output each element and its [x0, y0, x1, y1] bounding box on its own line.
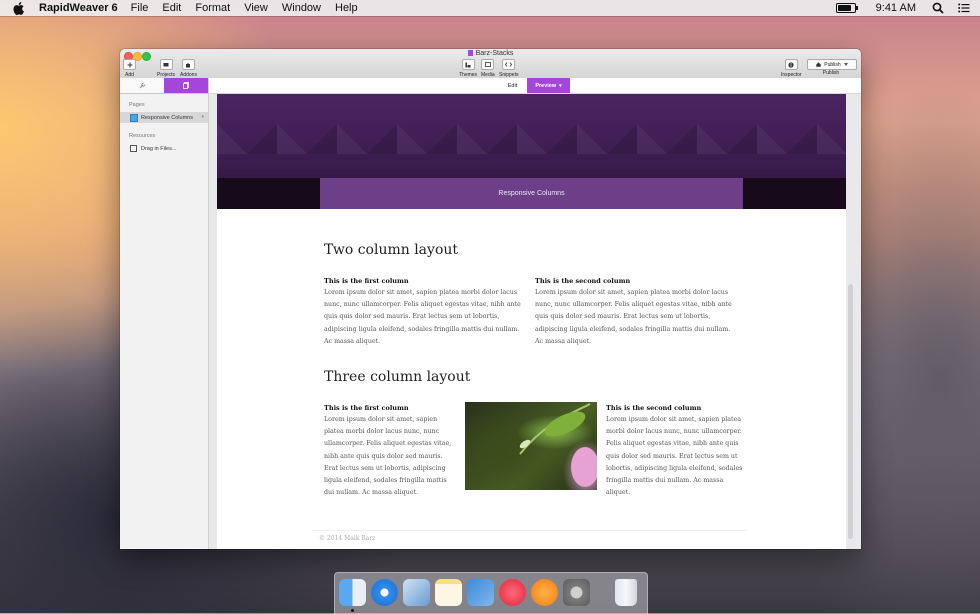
publish-button[interactable]: Publish	[807, 59, 857, 70]
menu-bar: RapidWeaver 6 File Edit Format View Wind…	[0, 0, 980, 16]
column-text: Lorem ipsum dolor sit amet, sapien plate…	[606, 416, 743, 497]
menu-help[interactable]: Help	[335, 2, 358, 14]
column-title: This is the first column	[324, 277, 409, 285]
app-name-menu[interactable]: RapidWeaver 6	[39, 2, 118, 14]
tab-preview-label: Preview	[535, 82, 557, 89]
column-title: This is the first column	[324, 404, 409, 412]
document-title-text: Barz-Stacks	[475, 50, 514, 57]
code-icon	[502, 59, 516, 70]
window-toolbar: Barz-Stacks Add Projects Addons Themes M…	[120, 49, 861, 79]
battery-icon[interactable]	[835, 3, 858, 13]
two-col-first: This is the first column Lorem ipsum dol…	[324, 277, 529, 348]
web-page: Responsive Columns Two column layout Thi…	[217, 94, 846, 549]
chevron-down-icon: ▾	[559, 82, 562, 89]
preview-scrollbar[interactable]	[848, 284, 853, 539]
document-icon	[467, 50, 473, 56]
chevron-down-icon	[843, 63, 848, 66]
sidebar-item-responsive-columns[interactable]: Responsive Columns ▾	[120, 112, 208, 123]
three-column-heading: Three column layout	[324, 369, 471, 385]
column-text: Lorem ipsum dolor sit amet, sapien plate…	[535, 289, 732, 345]
banner-title: Responsive Columns	[320, 178, 743, 209]
menu-view[interactable]: View	[244, 2, 268, 14]
projects-icon	[159, 59, 173, 70]
add-button[interactable]: Add	[123, 59, 136, 78]
resources-header: Resources	[129, 133, 156, 139]
themes-icon	[461, 59, 475, 70]
sidebar-item-label: Drag in Files...	[141, 145, 177, 152]
chevron-down-icon[interactable]: ▾	[201, 114, 204, 120]
finder-icon[interactable]	[339, 579, 366, 606]
flower-photo	[465, 402, 597, 490]
running-indicator	[351, 609, 354, 612]
notification-center-icon[interactable]	[958, 3, 970, 13]
system-preferences-icon[interactable]	[563, 579, 590, 606]
apple-menu-icon[interactable]	[12, 1, 25, 15]
preview-area[interactable]: Responsive Columns Two column layout Thi…	[209, 94, 861, 549]
rapidweaver-window: Barz-Stacks Add Projects Addons Themes M…	[120, 49, 861, 549]
pages-header: Pages	[129, 102, 145, 108]
addons-icon	[181, 59, 195, 70]
tab-pages[interactable]	[164, 78, 208, 93]
menu-window[interactable]: Window	[282, 2, 321, 14]
three-col-first: This is the first column Lorem ipsum dol…	[324, 404, 457, 499]
sidebar-item-label: Responsive Columns	[141, 114, 193, 121]
column-title: This is the second column	[535, 277, 631, 285]
plus-icon	[123, 59, 136, 70]
view-mode-bar: Edit Preview ▾	[209, 78, 861, 94]
addons-button[interactable]: Addons	[180, 59, 197, 78]
three-col-third: This is the second column Lorem ipsum do…	[606, 404, 746, 499]
two-column-heading: Two column layout	[324, 242, 459, 258]
xcode-icon[interactable]	[467, 579, 494, 606]
publish-button-label: Publish	[824, 61, 841, 68]
column-title: This is the second column	[606, 404, 702, 412]
footer-copyright: © 2014 Maik Barz	[319, 535, 376, 542]
ibooks-icon[interactable]	[531, 579, 558, 606]
media-button[interactable]: Media	[481, 59, 495, 78]
pages-icon	[182, 82, 189, 89]
menu-edit[interactable]: Edit	[162, 2, 181, 14]
snippets-button[interactable]: Snippets	[499, 59, 518, 78]
itunes-icon[interactable]	[499, 579, 526, 606]
page-icon	[130, 113, 138, 122]
leaf-graphic	[519, 403, 597, 487]
footer-divider	[313, 530, 747, 531]
trash-icon[interactable]	[615, 579, 637, 606]
tab-settings[interactable]	[120, 78, 164, 93]
download-icon	[130, 145, 137, 152]
menu-file[interactable]: File	[131, 2, 149, 14]
menu-clock[interactable]: 9:41 AM	[876, 2, 916, 14]
tab-edit[interactable]: Edit	[499, 78, 526, 93]
wrench-icon	[139, 82, 145, 89]
publish-label: Publish	[822, 70, 840, 76]
battery-level	[837, 5, 852, 11]
tab-preview[interactable]: Preview ▾	[527, 78, 570, 93]
sidebar-item-drag-files[interactable]: Drag in Files...	[120, 143, 208, 154]
preview-icon[interactable]	[403, 579, 430, 606]
themes-button[interactable]: Themes	[459, 59, 477, 78]
spotlight-icon[interactable]	[932, 2, 944, 14]
two-col-second: This is the second column Lorem ipsum do…	[535, 277, 740, 348]
menu-format[interactable]: Format	[195, 2, 230, 14]
column-text: Lorem ipsum dolor sit amet, sapien plate…	[324, 289, 521, 345]
inspector-button[interactable]: Inspector	[781, 59, 802, 78]
column-text: Lorem ipsum dolor sit amet, sapien plate…	[324, 416, 452, 497]
document-title: Barz-Stacks	[120, 50, 861, 57]
sidebar-tabs	[120, 78, 208, 94]
info-icon	[784, 59, 798, 70]
sidebar: Pages Responsive Columns ▾ Resources Dra…	[120, 78, 209, 549]
home-icon	[816, 62, 821, 67]
media-icon	[481, 59, 495, 70]
dock	[334, 572, 648, 614]
projects-button[interactable]: Projects	[157, 59, 175, 78]
safari-icon[interactable]	[371, 579, 398, 606]
notes-icon[interactable]	[435, 579, 462, 606]
